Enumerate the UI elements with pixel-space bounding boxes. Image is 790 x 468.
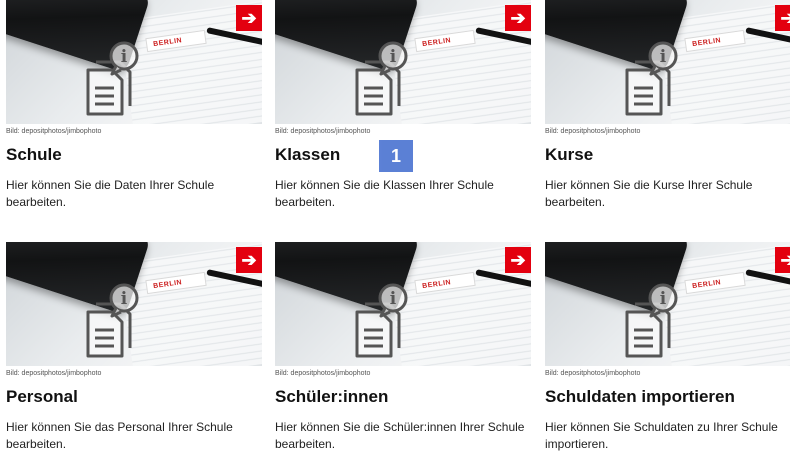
card-description: Hier können Sie die Klassen Ihrer Schule… <box>275 178 494 209</box>
card-image[interactable]: BERLIN i ➔ <box>275 242 531 366</box>
card-title[interactable]: Schule <box>6 145 262 167</box>
card-image[interactable]: BERLIN i ➔ <box>6 0 262 124</box>
open-arrow-button[interactable]: ➔ <box>236 5 262 31</box>
card-title[interactable]: Personal <box>6 387 262 409</box>
info-document-icon: i <box>355 41 408 116</box>
card-image[interactable]: BERLIN i ➔ <box>545 0 790 124</box>
info-document-icon: i <box>625 41 678 116</box>
card-description: Hier können Sie die Schüler:innen Ihrer … <box>275 420 525 451</box>
card[interactable]: BERLIN i ➔ Bild: depositphotos/jimbophot… <box>545 242 790 453</box>
image-credit: Bild: depositphotos/jimbophoto <box>275 128 371 135</box>
card-title[interactable]: Kurse <box>545 145 790 167</box>
info-document-icon: i <box>625 283 678 358</box>
svg-text:i: i <box>660 289 667 309</box>
card-image[interactable]: BERLIN i ➔ <box>6 242 262 366</box>
open-arrow-button[interactable]: ➔ <box>505 247 531 273</box>
svg-text:i: i <box>390 47 397 67</box>
card-title[interactable]: Schuldaten importieren <box>545 387 790 409</box>
svg-text:i: i <box>390 289 397 309</box>
open-arrow-button[interactable]: ➔ <box>236 247 262 273</box>
card-image[interactable]: BERLIN i ➔ <box>275 0 531 124</box>
image-credit: Bild: depositphotos/jimbophoto <box>6 370 102 377</box>
open-arrow-button[interactable]: ➔ <box>505 5 531 31</box>
svg-text:i: i <box>660 47 667 67</box>
svg-text:i: i <box>121 47 128 67</box>
card-description: Hier können Sie Schuldaten zu Ihrer Schu… <box>545 420 778 451</box>
open-arrow-button[interactable]: ➔ <box>775 247 790 273</box>
card-description: Hier können Sie die Kurse Ihrer Schule b… <box>545 178 753 209</box>
card-image[interactable]: BERLIN i ➔ <box>545 242 790 366</box>
image-credit: Bild: depositphotos/jimbophoto <box>275 370 371 377</box>
card[interactable]: BERLIN i ➔ Bild: depositphotos/jimbophot… <box>6 242 262 453</box>
card[interactable]: BERLIN i ➔ Bild: depositphotos/jimbophot… <box>545 0 790 211</box>
info-document-icon: i <box>86 283 139 358</box>
annotation-marker: 1 <box>379 140 413 172</box>
svg-text:i: i <box>121 289 128 309</box>
open-arrow-button[interactable]: ➔ <box>775 5 790 31</box>
info-document-icon: i <box>355 283 408 358</box>
image-credit: Bild: depositphotos/jimbophoto <box>545 128 641 135</box>
card-description: Hier können Sie das Personal Ihrer Schul… <box>6 420 233 451</box>
card[interactable]: BERLIN i ➔ Bild: depositphotos/jimbophot… <box>275 0 531 211</box>
card-title[interactable]: Schüler:innen <box>275 387 531 409</box>
card[interactable]: BERLIN i ➔ Bild: depositphotos/jimbophot… <box>275 242 531 453</box>
card[interactable]: BERLIN i ➔ Bild: depositphotos/jimbophot… <box>6 0 262 211</box>
info-document-icon: i <box>86 41 139 116</box>
image-credit: Bild: depositphotos/jimbophoto <box>545 370 641 377</box>
image-credit: Bild: depositphotos/jimbophoto <box>6 128 102 135</box>
card-description: Hier können Sie die Daten Ihrer Schule b… <box>6 178 215 209</box>
